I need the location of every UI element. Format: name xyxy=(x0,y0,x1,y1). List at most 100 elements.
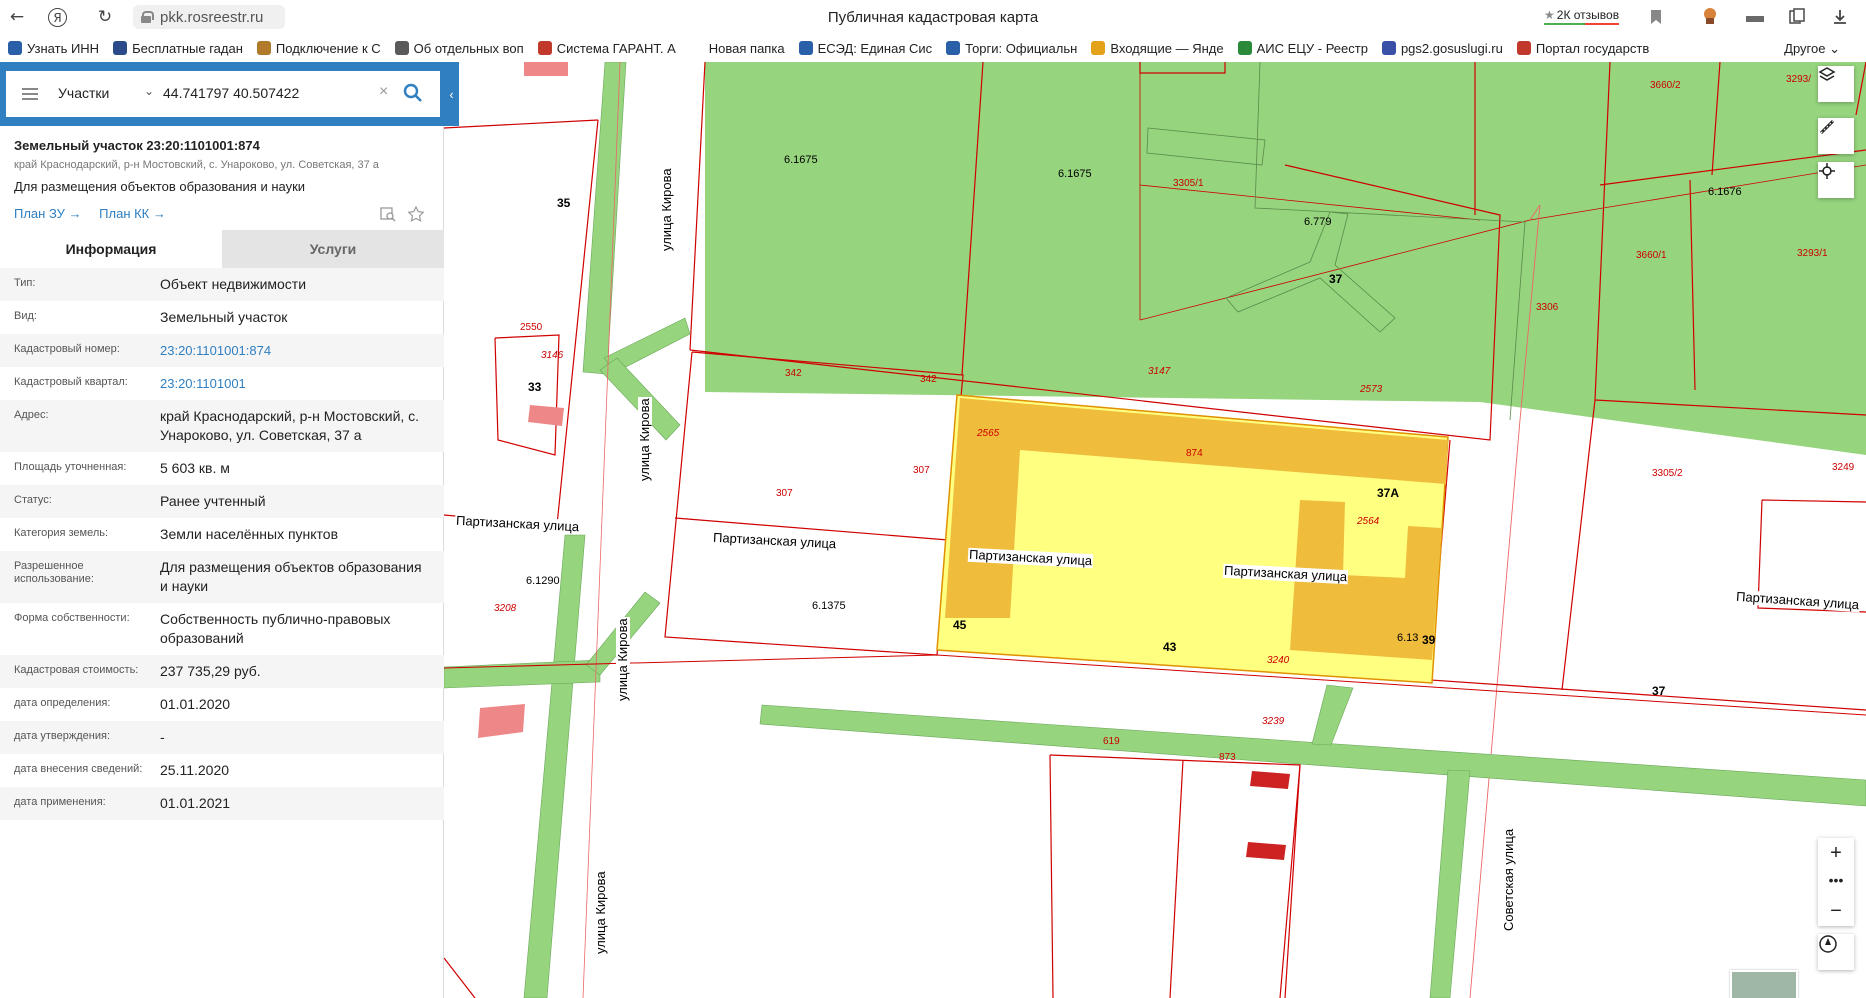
plan-kk-link[interactable]: План КК → xyxy=(99,206,166,221)
map-label: 2573 xyxy=(1360,384,1383,395)
street-label-sovetskaya: Советская улица xyxy=(1501,827,1516,932)
zoom-in-icon[interactable]: + xyxy=(1830,839,1842,868)
measure-button[interactable] xyxy=(1818,118,1854,154)
search-input[interactable]: 44.741797 40.507422 xyxy=(163,85,299,101)
attribute-row: Адрес: край Краснодарский, р-н Мостовский… xyxy=(0,400,444,452)
attribute-row: дата внесения сведений: 25.11.2020 xyxy=(0,754,444,787)
star-icon: ★ xyxy=(1544,8,1555,22)
map-label: 6.1675 xyxy=(784,154,818,166)
house-number: 45 xyxy=(953,618,967,632)
attribute-key: Кадастровый номер: xyxy=(14,343,120,355)
bookmark-label: Узнать ИНН xyxy=(27,40,100,56)
bookmark-item[interactable]: ЕСЭД: Единая Сис xyxy=(798,41,932,56)
bookmark-item[interactable]: АИС ЕЦУ - Реестр xyxy=(1237,40,1368,56)
bookmarks-other[interactable]: Другое ⌄ xyxy=(1784,41,1840,57)
attribute-row: Тип: Объект недвижимости xyxy=(0,268,444,301)
bookmark-item[interactable]: Система ГАРАНТ. А xyxy=(537,40,676,56)
zoom-out-icon[interactable]: − xyxy=(1830,897,1842,926)
attribute-row: дата применения: 01.01.2021 xyxy=(0,787,444,820)
attribute-row: Площадь уточненная: 5 603 кв. м xyxy=(0,452,444,485)
bookmark-item[interactable]: Бесплатные гадан xyxy=(113,41,243,56)
bookmark-item[interactable]: Входящие — Янде xyxy=(1091,40,1224,56)
more-icon[interactable]: ••• xyxy=(1829,868,1844,897)
map-label: 342 xyxy=(785,368,802,379)
attribute-value: Собственность публично-правовых образова… xyxy=(160,611,391,646)
compass-icon xyxy=(1819,935,1837,953)
map-label: 874 xyxy=(1186,448,1203,459)
attribute-key: Кадастровая стоимость: xyxy=(14,664,139,676)
tab-services[interactable]: Услуги xyxy=(222,230,444,268)
attribute-row: Форма собственности: Собственность публич… xyxy=(0,603,444,655)
bookmark-item[interactable]: pgs2.gosuslugi.ru xyxy=(1381,41,1503,56)
bookmark-item[interactable]: Новая папка xyxy=(689,40,785,56)
attribute-key: Кадастровый квартал: xyxy=(14,376,128,388)
bookmark-icon[interactable] xyxy=(1647,8,1665,26)
map-label: 3293/ xyxy=(1786,74,1812,85)
object-tools xyxy=(380,206,424,222)
street-label-kirova-text: улица Кирова xyxy=(615,618,630,701)
bookmark-favicon-icon xyxy=(798,41,813,55)
bookmark-item[interactable]: Портал государств xyxy=(1516,41,1649,56)
plan-links: План ЗУ → План КК → xyxy=(14,206,180,221)
search-type-select[interactable]: Участки xyxy=(58,85,109,101)
compass-button[interactable] xyxy=(1818,934,1854,970)
address-bar[interactable]: pkk.rosreestr.ru xyxy=(133,5,285,29)
chevron-down-icon[interactable]: ⌄ xyxy=(144,84,154,98)
plan-zu-link[interactable]: План ЗУ → xyxy=(14,206,82,221)
minimap[interactable] xyxy=(1730,970,1798,998)
browser-toolbar: ← Я ↻ pkk.rosreestr.ru Публичная кадастр… xyxy=(0,0,1866,34)
download-icon[interactable] xyxy=(1831,8,1849,26)
bookmark-label: Входящие — Янде xyxy=(1110,40,1224,56)
star-icon[interactable] xyxy=(408,206,424,222)
map-label: 3305/1 xyxy=(1173,178,1204,189)
attribute-row: Кадастровый квартал: 23:20:1101001 xyxy=(0,367,444,400)
house-number: 37 xyxy=(1329,272,1343,286)
attribute-value[interactable]: 23:20:1101001 xyxy=(160,374,430,393)
clear-icon[interactable]: × xyxy=(379,83,388,101)
attribute-key: Разрешенное использование: xyxy=(14,560,94,585)
menu-icon[interactable] xyxy=(22,88,38,100)
street-label-kirova: улица Кирова xyxy=(593,870,608,955)
object-title: Земельный участок 23:20:1101001:874 xyxy=(14,138,260,153)
attribute-key: Адрес: xyxy=(14,409,49,421)
bookmark-label: Новая папка xyxy=(708,40,785,56)
search-icon[interactable] xyxy=(402,82,424,104)
layers-button[interactable] xyxy=(1818,66,1854,102)
attribute-row: Кадастровая стоимость: 237 735,29 руб. xyxy=(0,655,444,688)
crosshair-icon xyxy=(1819,163,1835,179)
bookmark-item[interactable]: Об отдельных воп xyxy=(394,40,524,56)
map-label: 342 xyxy=(920,374,937,385)
attribute-key: дата внесения сведений: xyxy=(14,763,143,775)
lock-icon xyxy=(141,11,154,23)
map-label: 619 xyxy=(1103,736,1120,747)
attribute-key: дата применения: xyxy=(14,796,106,808)
yandex-icon[interactable]: Я xyxy=(48,8,67,27)
street-label-kirova-text: улица Кирова xyxy=(593,871,608,954)
info-panel: Участки ⌄ 44.741797 40.507422 × ‹ Земель… xyxy=(0,62,459,998)
object-address: край Краснодарский, р-н Мостовский, с. У… xyxy=(14,159,379,171)
attribute-value: Земельный участок xyxy=(160,309,288,325)
attribute-key: Форма собственности: xyxy=(14,612,130,624)
reviews-badge[interactable]: ★ 2К отзывов xyxy=(1544,8,1620,25)
attribute-value: 5 603 кв. м xyxy=(160,460,230,476)
bookmark-label: АИС ЕЦУ - Реестр xyxy=(1256,40,1368,56)
search-document-icon[interactable] xyxy=(380,206,396,222)
attribute-value: Объект недвижимости xyxy=(160,276,307,292)
extension-icon[interactable] xyxy=(1700,6,1720,26)
reload-icon[interactable]: ↻ xyxy=(94,6,116,28)
bookmark-item[interactable]: Узнать ИНН xyxy=(8,41,99,56)
attribute-value[interactable]: 23:20:1101001:874 xyxy=(160,341,430,360)
tab-info[interactable]: Информация xyxy=(0,230,222,268)
street-label-kirova: улица Кирова xyxy=(637,397,652,482)
attribute-value: край Краснодарский, р-н Мостовский, с. У… xyxy=(160,408,420,443)
bookmark-label: Система ГАРАНТ. А xyxy=(556,40,676,56)
collections-icon[interactable] xyxy=(1788,8,1806,26)
back-arrow-icon[interactable]: ← xyxy=(6,6,28,28)
hat-icon[interactable] xyxy=(1744,8,1766,26)
bookmark-favicon-icon xyxy=(1091,41,1106,55)
bookmark-item[interactable]: Подключение к С xyxy=(256,41,381,56)
collapse-panel-icon[interactable]: ‹ xyxy=(444,62,459,126)
locate-button[interactable] xyxy=(1818,162,1854,198)
bookmark-label: Об отдельных воп xyxy=(413,40,524,56)
bookmark-item[interactable]: Торги: Официальн xyxy=(946,41,1077,56)
